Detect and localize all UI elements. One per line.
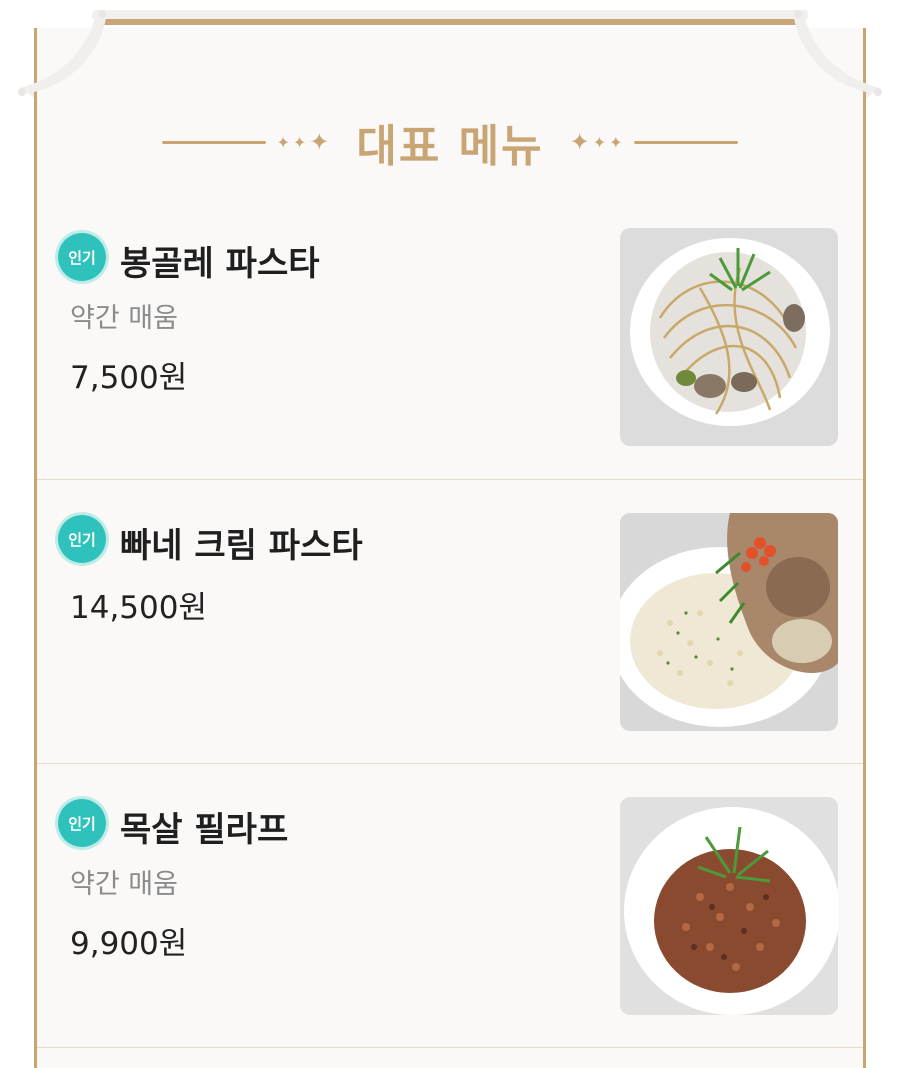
panne-cream-pasta-photo[interactable]	[620, 513, 838, 731]
popular-badge: 인기	[58, 799, 106, 847]
menu-item[interactable]: 인기 목살 필라프 약간 매움 9,900원	[37, 764, 863, 1048]
section-title: 대표 메뉴	[356, 121, 544, 172]
menu-item-price: 7,500원	[70, 360, 188, 396]
pork-pilaf-photo[interactable]	[620, 797, 838, 1015]
menu-item-description: 약간 매움	[70, 869, 178, 900]
menu-item-price: 14,500원	[70, 590, 207, 626]
menu-item-name: 빠네 크림 파스타	[120, 526, 363, 566]
corner-ornament-right-icon	[794, 10, 882, 98]
popular-badge: 인기	[58, 515, 106, 563]
section-heading: ✦ ✦ ✦ 대표 메뉴 ✦ ✦ ✦	[34, 112, 866, 172]
menu-item-name: 목살 필라프	[120, 810, 289, 850]
heading-line-right	[633, 140, 738, 144]
popular-badge: 인기	[58, 233, 106, 281]
heading-line-left	[162, 140, 267, 144]
diamond-ornament-left-icon: ✦ ✦ ✦	[276, 128, 331, 156]
menu-item[interactable]: 인기 빠네 크림 파스타 14,500원	[37, 480, 863, 764]
corner-ornament-left-icon	[18, 10, 106, 98]
menu-item-description: 약간 매움	[70, 303, 178, 334]
menu-item[interactable]: 인기 봉골레 파스타 약간 매움 7,500원	[37, 200, 863, 480]
menu-board: ✦ ✦ ✦ 대표 메뉴 ✦ ✦ ✦ 인기 봉골레 파스타 약간 매움 7,500원	[0, 0, 900, 1068]
menu-item-name: 봉골레 파스타	[120, 244, 320, 284]
menu-list: 인기 봉골레 파스타 약간 매움 7,500원 인기 빠네 크림 파스타 14,…	[37, 200, 863, 1048]
menu-item-price: 9,900원	[70, 926, 188, 962]
top-bar	[96, 19, 804, 25]
vongole-pasta-photo[interactable]	[620, 228, 838, 446]
diamond-ornament-right-icon: ✦ ✦ ✦	[569, 128, 624, 156]
